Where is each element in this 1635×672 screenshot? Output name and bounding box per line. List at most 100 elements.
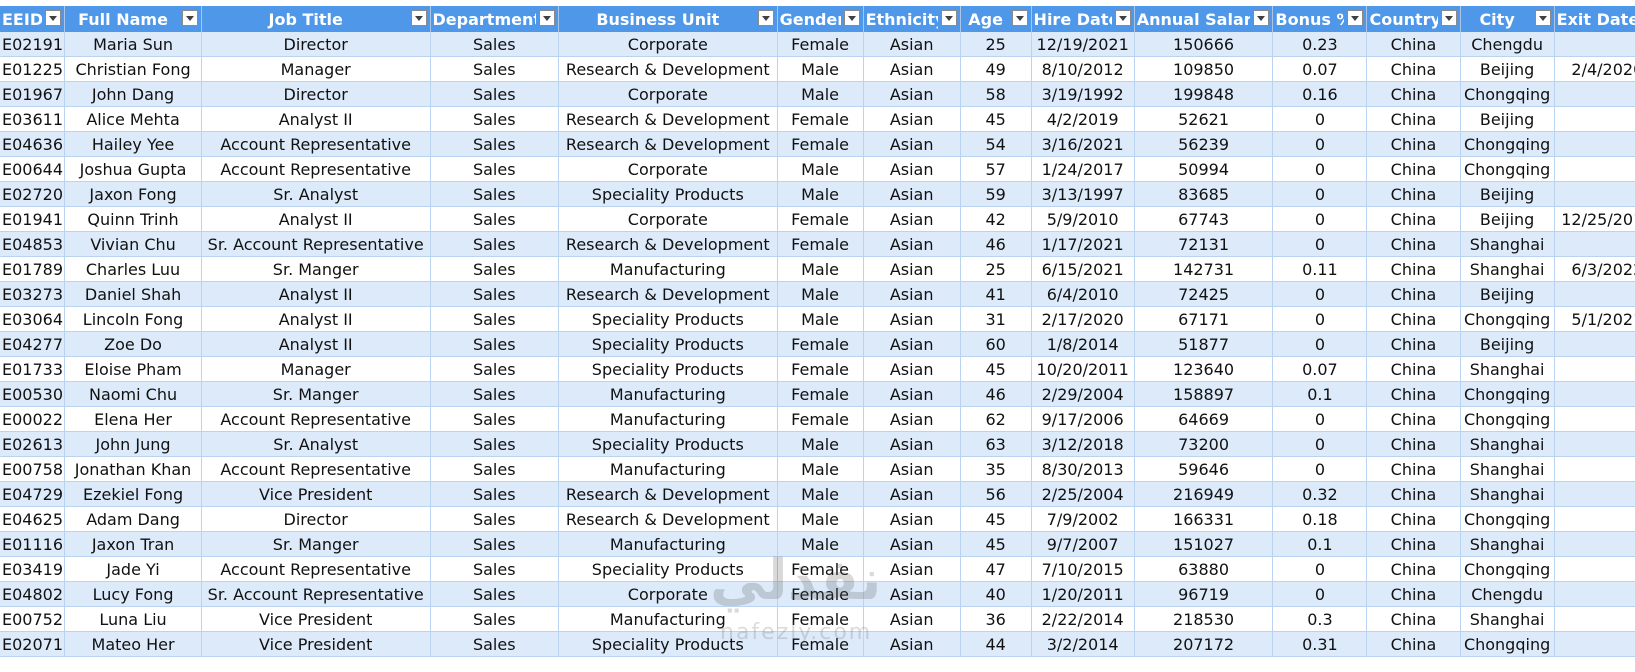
column-header-title[interactable]: Job Title xyxy=(201,6,431,32)
cell-gender[interactable]: Female xyxy=(777,331,864,357)
cell-title[interactable]: Director xyxy=(201,506,431,532)
cell-hire[interactable]: 9/7/2007 xyxy=(1031,531,1135,557)
cell-country[interactable]: China xyxy=(1366,556,1461,582)
cell-eeid[interactable]: E04277 xyxy=(0,331,66,357)
cell-hire[interactable]: 1/8/2014 xyxy=(1031,331,1135,357)
cell-hire[interactable]: 2/22/2014 xyxy=(1031,606,1135,632)
cell-eth[interactable]: Asian xyxy=(863,56,961,82)
cell-exit[interactable] xyxy=(1554,131,1635,157)
cell-city[interactable]: Beijing xyxy=(1460,181,1555,207)
cell-exit[interactable] xyxy=(1554,281,1635,307)
filter-dropdown-icon[interactable] xyxy=(1534,10,1551,26)
cell-age[interactable]: 36 xyxy=(960,606,1032,632)
cell-bonus[interactable]: 0.3 xyxy=(1272,606,1368,632)
cell-gender[interactable]: Male xyxy=(777,181,864,207)
cell-country[interactable]: China xyxy=(1366,506,1461,532)
cell-age[interactable]: 62 xyxy=(960,406,1032,432)
column-header-hire[interactable]: Hire Date xyxy=(1031,6,1135,32)
cell-eth[interactable]: Asian xyxy=(863,131,961,157)
cell-eth[interactable]: Asian xyxy=(863,231,961,257)
cell-title[interactable]: Manager xyxy=(201,56,431,82)
cell-bu[interactable]: Speciality Products xyxy=(558,356,778,382)
cell-eeid[interactable]: E03419 xyxy=(0,556,66,582)
cell-exit[interactable] xyxy=(1554,81,1635,107)
cell-country[interactable]: China xyxy=(1366,206,1461,232)
cell-title[interactable]: Director xyxy=(201,32,431,57)
column-header-eth[interactable]: Ethnicity xyxy=(863,6,961,32)
cell-city[interactable]: Beijing xyxy=(1460,331,1555,357)
cell-gender[interactable]: Female xyxy=(777,556,864,582)
cell-name[interactable]: Jaxon Tran xyxy=(64,531,202,557)
cell-eth[interactable]: Asian xyxy=(863,481,961,507)
cell-age[interactable]: 41 xyxy=(960,281,1032,307)
cell-name[interactable]: Alice Mehta xyxy=(64,106,202,132)
filter-dropdown-icon[interactable] xyxy=(1011,10,1028,26)
cell-eth[interactable]: Asian xyxy=(863,156,961,182)
cell-bu[interactable]: Corporate xyxy=(558,156,778,182)
cell-eeid[interactable]: E01967 xyxy=(0,81,66,107)
cell-eeid[interactable]: E02613 xyxy=(0,431,66,457)
cell-bonus[interactable]: 0 xyxy=(1272,156,1368,182)
cell-city[interactable]: Shanghai xyxy=(1460,231,1555,257)
column-header-name[interactable]: Full Name xyxy=(64,6,202,32)
cell-gender[interactable]: Male xyxy=(777,431,864,457)
cell-gender[interactable]: Female xyxy=(777,406,864,432)
cell-country[interactable]: China xyxy=(1366,131,1461,157)
cell-name[interactable]: Charles Luu xyxy=(64,256,202,282)
cell-name[interactable]: John Jung xyxy=(64,431,202,457)
cell-exit[interactable] xyxy=(1554,581,1635,607)
cell-gender[interactable]: Female xyxy=(777,206,864,232)
cell-eeid[interactable]: E04802 xyxy=(0,581,66,607)
cell-title[interactable]: Account Representative xyxy=(201,456,431,482)
cell-hire[interactable]: 7/10/2015 xyxy=(1031,556,1135,582)
cell-hire[interactable]: 3/13/1997 xyxy=(1031,181,1135,207)
cell-name[interactable]: Lincoln Fong xyxy=(64,306,202,332)
cell-sal[interactable]: 52621 xyxy=(1134,106,1274,132)
cell-title[interactable]: Account Representative xyxy=(201,131,431,157)
filter-dropdown-icon[interactable] xyxy=(181,10,198,26)
cell-title[interactable]: Sr. Account Representative xyxy=(201,581,431,607)
cell-bu[interactable]: Manufacturing xyxy=(558,406,778,432)
cell-name[interactable]: Maria Sun xyxy=(64,32,202,57)
cell-gender[interactable]: Female xyxy=(777,131,864,157)
cell-age[interactable]: 31 xyxy=(960,306,1032,332)
cell-sal[interactable]: 199848 xyxy=(1134,81,1274,107)
cell-gender[interactable]: Female xyxy=(777,581,864,607)
cell-hire[interactable]: 10/20/2011 xyxy=(1031,356,1135,382)
cell-gender[interactable]: Male xyxy=(777,481,864,507)
cell-sal[interactable]: 216949 xyxy=(1134,481,1274,507)
cell-sal[interactable]: 109850 xyxy=(1134,56,1274,82)
cell-title[interactable]: Account Representative xyxy=(201,406,431,432)
filter-dropdown-icon[interactable] xyxy=(1253,10,1270,26)
column-header-bonus[interactable]: Bonus % xyxy=(1272,6,1368,32)
cell-hire[interactable]: 2/17/2020 xyxy=(1031,306,1135,332)
cell-eth[interactable]: Asian xyxy=(863,331,961,357)
column-header-dept[interactable]: Department xyxy=(430,6,560,32)
cell-eth[interactable]: Asian xyxy=(863,431,961,457)
cell-country[interactable]: China xyxy=(1366,481,1461,507)
cell-eeid[interactable]: E01116 xyxy=(0,531,66,557)
cell-sal[interactable]: 56239 xyxy=(1134,131,1274,157)
cell-name[interactable]: Jade Yi xyxy=(64,556,202,582)
cell-age[interactable]: 25 xyxy=(960,32,1032,57)
cell-city[interactable]: Shanghai xyxy=(1460,456,1555,482)
cell-bonus[interactable]: 0.16 xyxy=(1272,81,1368,107)
cell-city[interactable]: Beijing xyxy=(1460,281,1555,307)
cell-name[interactable]: Luna Liu xyxy=(64,606,202,632)
cell-bonus[interactable]: 0 xyxy=(1272,181,1368,207)
cell-bu[interactable]: Speciality Products xyxy=(558,556,778,582)
cell-bu[interactable]: Manufacturing xyxy=(558,381,778,407)
cell-dept[interactable]: Sales xyxy=(430,106,560,132)
cell-gender[interactable]: Male xyxy=(777,56,864,82)
cell-hire[interactable]: 6/4/2010 xyxy=(1031,281,1135,307)
cell-country[interactable]: China xyxy=(1366,81,1461,107)
filter-dropdown-icon[interactable] xyxy=(940,10,957,26)
cell-gender[interactable]: Female xyxy=(777,381,864,407)
cell-dept[interactable]: Sales xyxy=(430,356,560,382)
cell-eth[interactable]: Asian xyxy=(863,606,961,632)
cell-dept[interactable]: Sales xyxy=(430,231,560,257)
cell-dept[interactable]: Sales xyxy=(430,131,560,157)
cell-age[interactable]: 45 xyxy=(960,356,1032,382)
cell-gender[interactable]: Male xyxy=(777,506,864,532)
cell-dept[interactable]: Sales xyxy=(430,206,560,232)
